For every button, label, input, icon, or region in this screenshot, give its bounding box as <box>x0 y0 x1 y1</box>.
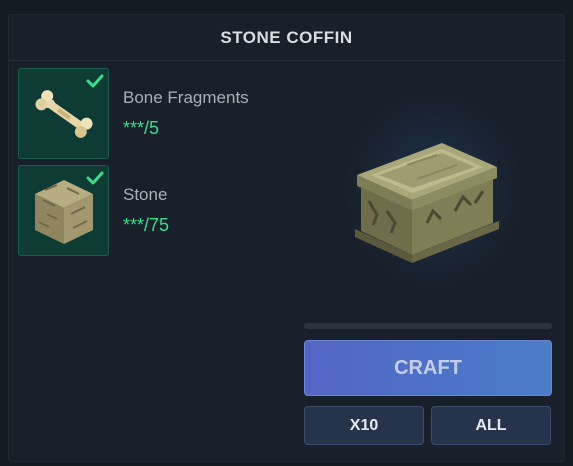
craft-all-button[interactable]: ALL <box>431 406 551 445</box>
craft-progress-bar <box>304 323 552 329</box>
stone-coffin-icon <box>355 143 499 263</box>
ingredient-count: ***/5 <box>123 118 160 138</box>
ingredient-slot[interactable] <box>18 165 109 256</box>
ingredient-slot[interactable] <box>18 68 109 159</box>
craft-button[interactable]: CRAFT <box>304 340 552 396</box>
checkmark-icon <box>86 171 104 185</box>
checkmark-icon <box>86 74 104 88</box>
ingredient-row-stone[interactable]: Stone ***/75 <box>18 165 318 256</box>
crafting-panel: STONE COFFIN Bone Fragments ***/5 Stone … <box>8 14 565 462</box>
ingredient-name: Stone <box>123 185 168 204</box>
ingredient-count: ***/75 <box>123 215 170 235</box>
recipe-title: STONE COFFIN <box>220 27 353 47</box>
title-bar: STONE COFFIN <box>9 15 564 61</box>
ingredient-name: Bone Fragments <box>123 88 249 107</box>
ingredient-row-bone-fragments[interactable]: Bone Fragments ***/5 <box>18 68 318 159</box>
craft-x10-button[interactable]: X10 <box>304 406 424 445</box>
